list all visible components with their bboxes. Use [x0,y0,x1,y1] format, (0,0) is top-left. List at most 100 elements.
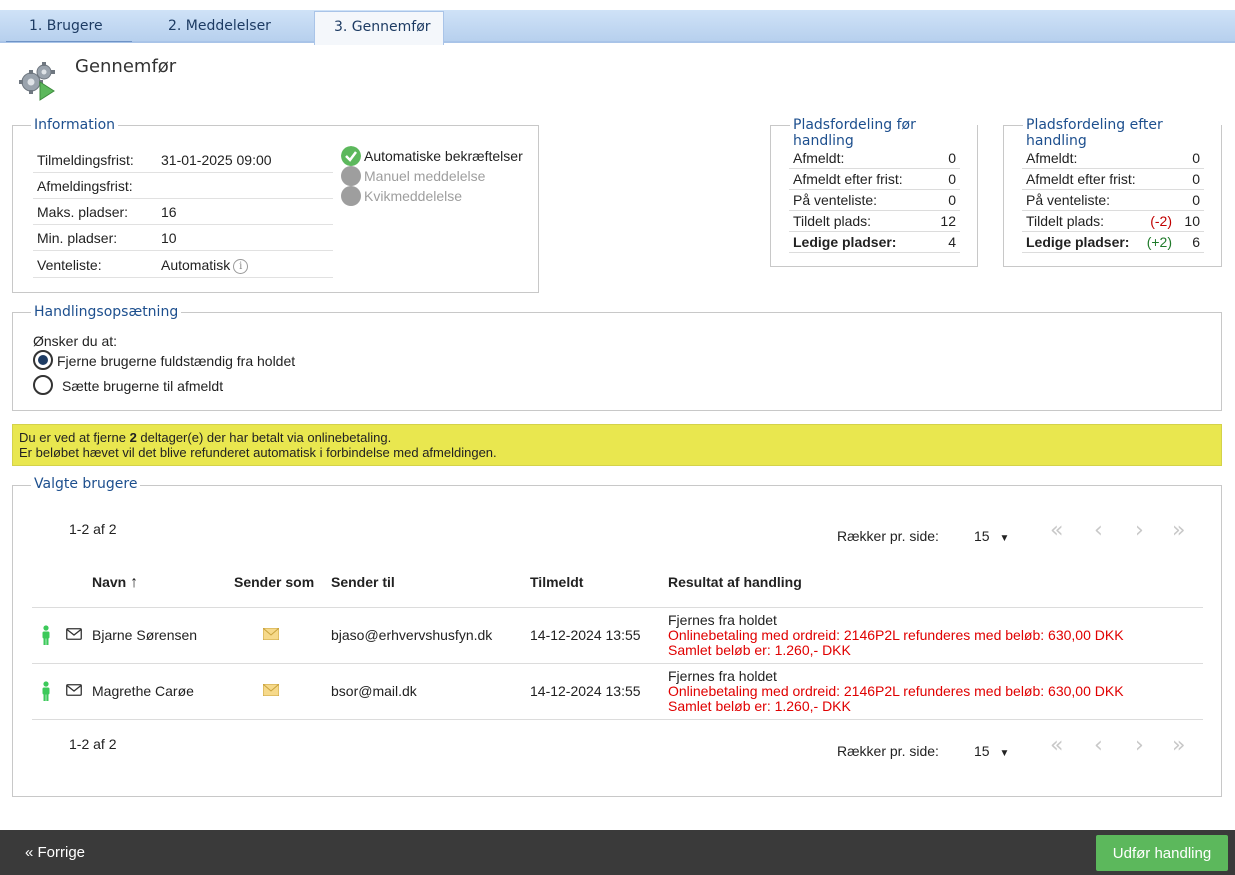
dist-row: Afmeldt efter frist: 0 [1022,169,1204,190]
dist-label: Afmeldt efter frist: [793,171,903,187]
envelope-icon [263,628,279,640]
column-header-sender-to: Sender til [331,574,395,590]
action-question: Ønsker du at: [33,333,118,349]
user-email: bsor@mail.dk [331,683,417,699]
user-email: bjaso@erhvervshusfyn.dk [331,627,493,643]
distribution-after-legend: Pladsfordeling efter handling [1023,117,1221,149]
dist-delta: (-2) [1150,213,1172,229]
information-panel: Information Tilmeldingsfrist: 31-01-2025… [12,117,539,293]
row-divider [32,663,1203,664]
dist-row: På venteliste: 0 [1022,190,1204,211]
radio-set-unregistered[interactable] [33,375,53,395]
radio-remove-fully[interactable] [33,350,53,370]
dist-value: 10 [1184,213,1200,229]
column-header-name[interactable]: Navn ↑ [92,574,138,592]
column-header-sender-as: Sender som [234,574,315,590]
row-divider [32,607,1203,608]
info-row-venteliste: Venteliste: Automatisk i [33,252,333,278]
inactive-circle-icon [341,166,361,186]
info-label: Afmeldingsfrist: [37,178,133,194]
dist-label: Ledige pladser: [1026,234,1130,250]
user-result: Fjernes fra holdet Onlinebetaling med or… [668,613,1124,658]
first-page-icon[interactable]: « [1050,733,1063,758]
action-setup-legend: Handlingsopsætning [31,304,182,320]
last-page-icon[interactable]: » [1172,518,1185,543]
result-refund-line: Onlinebetaling med ordreid: 2146P2L refu… [668,683,1124,699]
dist-value: 0 [948,192,956,208]
info-icon[interactable]: i [233,259,249,274]
tab-brugere[interactable]: 1. Brugere [6,11,132,42]
distribution-before-panel: Pladsfordeling før handling Afmeldt: 0 A… [770,117,978,267]
person-icon [42,625,50,645]
dist-row: Afmeldt efter frist: 0 [789,169,960,190]
info-row-tilmeldingsfrist: Tilmeldingsfrist: 31-01-2025 09:00 [33,147,333,173]
user-name: Bjarne Sørensen [92,627,198,643]
rows-per-page-select-top[interactable]: 15 ▼ [974,528,1009,544]
dist-row: På venteliste: 0 [789,190,960,211]
warning-text: deltager(e) der har betalt via onlinebet… [136,430,392,445]
tab-gennemfor[interactable]: 3. Gennemfør [314,11,444,45]
selected-users-legend: Valgte brugere [31,476,141,492]
dist-value: 0 [1192,150,1200,166]
dist-value: 4 [948,234,956,250]
last-page-icon[interactable]: » [1172,733,1185,758]
dist-value: 0 [948,171,956,187]
column-header-result: Resultat af handling [668,574,802,590]
warning-line-2: Er beløbet hævet vil det blive refundere… [19,445,497,460]
dist-value: 0 [1192,192,1200,208]
dist-label: Afmeldt efter frist: [1026,171,1136,187]
warning-line-1: Du er ved at fjerne 2 deltager(e) der ha… [19,430,1215,445]
warning-banner: Du er ved at fjerne 2 deltager(e) der ha… [12,424,1222,466]
tab-meddelelser[interactable]: 2. Meddelelser [145,11,305,42]
caret-down-icon: ▼ [999,533,1010,544]
run-action-button[interactable]: Udfør handling [1096,835,1228,871]
rows-per-page-label-bottom: Rækker pr. side: [837,743,939,759]
dist-row: Ledige pladser: 4 [789,232,960,253]
dist-label: Tildelt plads: [793,213,872,229]
rows-per-page-select-bottom[interactable]: 15 ▼ [974,743,1009,759]
dist-label: På venteliste: [793,192,878,208]
user-registered: 14-12-2024 13:55 [530,683,641,699]
user-registered: 14-12-2024 13:55 [530,627,641,643]
info-value: 16 [161,204,177,220]
info-label: Venteliste: [37,257,102,273]
action-setup-panel: Handlingsopsætning Ønsker du at: Fjerne … [12,304,1222,411]
info-row-maks-pladser: Maks. pladser: 16 [33,199,333,225]
result-total-line: Samlet beløb er: 1.260,- DKK [668,698,851,714]
prev-page-icon[interactable]: ‹ [1094,733,1103,758]
next-page-icon[interactable]: › [1135,733,1144,758]
result-line: Fjernes fra holdet [668,668,777,684]
result-refund-line: Onlinebetaling med ordreid: 2146P2L refu… [668,627,1124,643]
info-row-afmeldingsfrist: Afmeldingsfrist: [33,173,333,199]
envelope-outline-icon[interactable] [66,684,82,696]
rows-per-page-value: 15 [974,743,990,759]
info-value: Automatisk i [161,252,249,278]
check-circle-icon [341,146,361,166]
pager-count-top: 1-2 af 2 [69,521,117,537]
dist-label: Afmeldt: [1026,150,1078,166]
previous-button[interactable]: « Forrige [25,844,85,861]
page-title: Gennemfør [75,56,177,77]
sort-up-icon: ↑ [130,574,139,591]
dist-row: Afmeldt: 0 [789,148,960,169]
info-value: 10 [161,230,177,246]
dist-value: 0 [948,150,956,166]
rows-per-page-value: 15 [974,528,990,544]
dist-value: 6 [1192,234,1200,250]
next-page-icon[interactable]: › [1135,518,1144,543]
first-page-icon[interactable]: « [1050,518,1063,543]
dist-label: På venteliste: [1026,192,1111,208]
dist-label: Afmeldt: [793,150,845,166]
radio-remove-fully-label[interactable]: Fjerne brugerne fuldstændig fra holdet [57,353,295,369]
result-total-line: Samlet beløb er: 1.260,- DKK [668,642,851,658]
warning-count: 2 [129,430,137,445]
dist-label: Tildelt plads: [1026,213,1105,229]
caret-down-icon: ▼ [999,748,1010,759]
radio-set-unregistered-label[interactable]: Sætte brugerne til afmeldt [62,378,223,394]
envelope-outline-icon[interactable] [66,628,82,640]
prev-page-icon[interactable]: ‹ [1094,518,1103,543]
rows-per-page-label-top: Rækker pr. side: [837,528,939,544]
gears-play-icon [19,62,55,101]
user-name: Magrethe Carøe [92,683,194,699]
dist-row: Tildelt plads: (-2) 10 [1022,211,1204,232]
